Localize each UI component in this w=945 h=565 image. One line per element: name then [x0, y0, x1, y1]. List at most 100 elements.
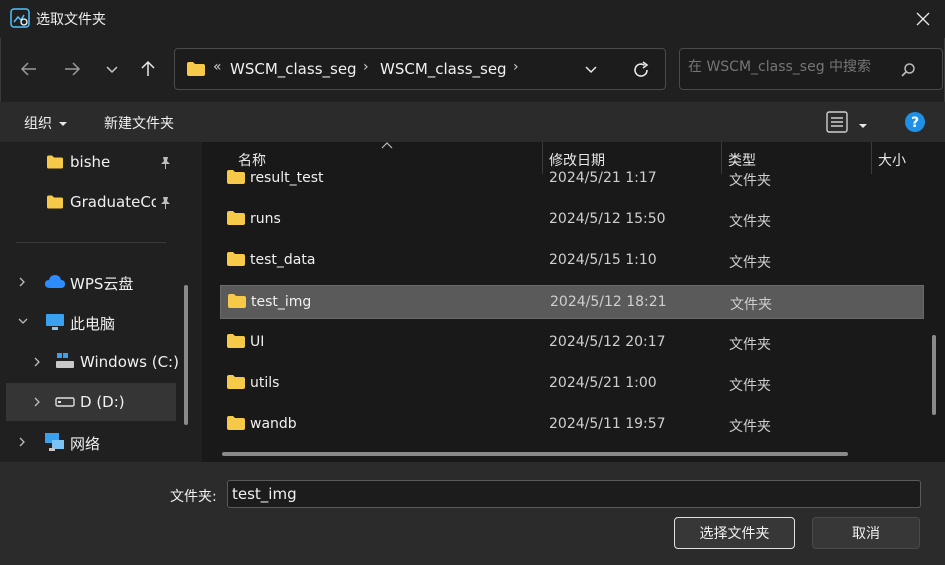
dialog-footer: [0, 462, 945, 565]
file-type: 文件夹: [729, 419, 771, 435]
view-options-button[interactable]: [826, 111, 848, 137]
sidebar-item-network[interactable]: 网络: [0, 423, 176, 461]
command-bar: 组织 新建文件夹 ?: [0, 102, 945, 142]
sidebar-scrollbar[interactable]: [184, 285, 188, 425]
sidebar-item-label: WPS云盘: [70, 275, 134, 293]
file-date: 2024/5/12 20:17: [549, 334, 666, 350]
close-icon: [916, 12, 930, 26]
cancel-button[interactable]: 取消: [812, 517, 920, 549]
sidebar-item-wps-cloud[interactable]: WPS云盘: [0, 263, 176, 301]
file-date: 2024/5/15 1:10: [549, 252, 657, 268]
sort-ascending-icon: [381, 142, 393, 149]
breadcrumb-item[interactable]: WSCM_class_seg: [380, 60, 507, 78]
file-row[interactable]: test_data 2024/5/15 1:10 文件夹: [220, 244, 924, 278]
file-date: 2024/5/11 19:57: [549, 416, 666, 432]
help-button[interactable]: ?: [904, 111, 926, 137]
up-button[interactable]: [133, 54, 163, 84]
file-type: 文件夹: [729, 173, 771, 189]
search-icon[interactable]: [900, 62, 916, 78]
drive-icon: [55, 397, 75, 407]
folder-icon: [227, 211, 245, 225]
horizontal-scrollbar[interactable]: [222, 452, 848, 456]
file-row[interactable]: wandb 2024/5/11 19:57 文件夹: [220, 408, 924, 442]
pin-icon[interactable]: [158, 156, 172, 170]
folder-icon: [227, 334, 245, 348]
sidebar-item-bishe[interactable]: bishe: [0, 143, 176, 181]
address-bar[interactable]: « WSCM_class_seg › WSCM_class_seg ›: [174, 48, 666, 90]
sidebar-item-drive-c[interactable]: Windows (C:): [0, 343, 179, 381]
select-folder-button[interactable]: 选择文件夹: [674, 517, 795, 549]
file-name: runs: [250, 211, 281, 227]
details-view-icon: [826, 111, 848, 133]
new-folder-button[interactable]: 新建文件夹: [104, 113, 174, 133]
file-date: 2024/5/12 18:21: [550, 294, 667, 310]
chevron-right-icon[interactable]: [17, 436, 27, 448]
sidebar-item-label: 网络: [70, 435, 101, 453]
sidebar-item-label: Windows (C:): [80, 353, 179, 371]
computer-icon: [46, 314, 64, 330]
back-button[interactable]: [14, 54, 44, 84]
forward-button[interactable]: [57, 54, 87, 84]
search-input[interactable]: [688, 59, 898, 75]
folder-icon: [227, 170, 245, 184]
arrow-right-icon: [65, 62, 81, 76]
sidebar-item-label: D (D:): [80, 393, 125, 411]
file-row-selected[interactable]: test_img 2024/5/12 18:21 文件夹: [220, 285, 924, 319]
refresh-icon: [634, 61, 649, 77]
search-box[interactable]: [679, 48, 943, 90]
file-row[interactable]: runs 2024/5/12 15:50 文件夹: [220, 203, 924, 237]
folder-field-label: 文件夹:: [170, 489, 217, 505]
title-bar: 选取文件夹: [0, 0, 945, 38]
folder-icon: [228, 294, 246, 308]
vertical-scrollbar[interactable]: [932, 335, 936, 415]
svg-text:?: ?: [911, 115, 919, 131]
chevron-right-icon[interactable]: [32, 356, 42, 368]
sidebar-item-label: bishe: [70, 153, 111, 171]
address-history-dropdown[interactable]: [583, 61, 599, 81]
file-type: 文件夹: [729, 378, 771, 394]
view-dropdown-button[interactable]: [858, 118, 868, 134]
breadcrumb-overflow[interactable]: «: [213, 59, 222, 75]
file-date: 2024/5/21 1:00: [549, 375, 657, 391]
chevron-down-icon[interactable]: [17, 316, 29, 326]
folder-name-input[interactable]: [227, 480, 921, 508]
file-name: test_data: [250, 252, 316, 268]
window-title: 选取文件夹: [36, 12, 106, 28]
organize-menu-button[interactable]: 组织: [24, 113, 68, 133]
file-date: 2024/5/21 1:17: [549, 170, 657, 186]
close-button[interactable]: [906, 5, 940, 33]
organize-label: 组织: [24, 116, 52, 132]
breadcrumb-separator[interactable]: ›: [363, 59, 369, 75]
navigation-pane: bishe GraduateCo WPS云盘 此电脑 Windows (C:) …: [0, 142, 200, 462]
folder-icon: [227, 416, 245, 430]
sidebar-item-label: 此电脑: [70, 315, 116, 333]
chevron-down-icon: [585, 66, 597, 74]
file-row[interactable]: result_test 2024/5/21 1:17 文件夹: [220, 162, 924, 196]
file-name: utils: [250, 375, 280, 391]
sidebar-item-drive-d[interactable]: D (D:): [6, 383, 176, 421]
sidebar-item-graduateco[interactable]: GraduateCo: [0, 183, 176, 221]
file-type: 文件夹: [729, 337, 771, 353]
drive-icon: [56, 353, 74, 368]
breadcrumb-separator[interactable]: ›: [513, 59, 519, 75]
chevron-right-icon[interactable]: [17, 276, 27, 288]
recent-locations-button[interactable]: [97, 54, 127, 84]
file-list: 名称 修改日期 类型 大小 result_test 2024/5/21 1:17…: [202, 142, 945, 462]
network-icon: [45, 433, 64, 451]
pin-icon[interactable]: [158, 196, 172, 210]
file-type: 文件夹: [729, 255, 771, 271]
folder-icon: [47, 195, 63, 209]
folder-icon: [227, 252, 245, 266]
chevron-right-icon[interactable]: [32, 396, 42, 408]
caret-down-icon: [859, 124, 867, 128]
sidebar-item-label: GraduateCo: [70, 193, 156, 211]
file-type: 文件夹: [729, 214, 771, 230]
cloud-icon: [45, 275, 65, 288]
sidebar-item-this-pc[interactable]: 此电脑: [0, 303, 176, 341]
breadcrumb-item[interactable]: WSCM_class_seg: [230, 60, 357, 78]
refresh-button[interactable]: [631, 60, 651, 84]
file-row[interactable]: utils 2024/5/21 1:00 文件夹: [220, 367, 924, 401]
arrow-up-icon: [141, 60, 155, 76]
file-row[interactable]: UI 2024/5/12 20:17 文件夹: [220, 326, 924, 360]
file-name: wandb: [250, 416, 297, 432]
